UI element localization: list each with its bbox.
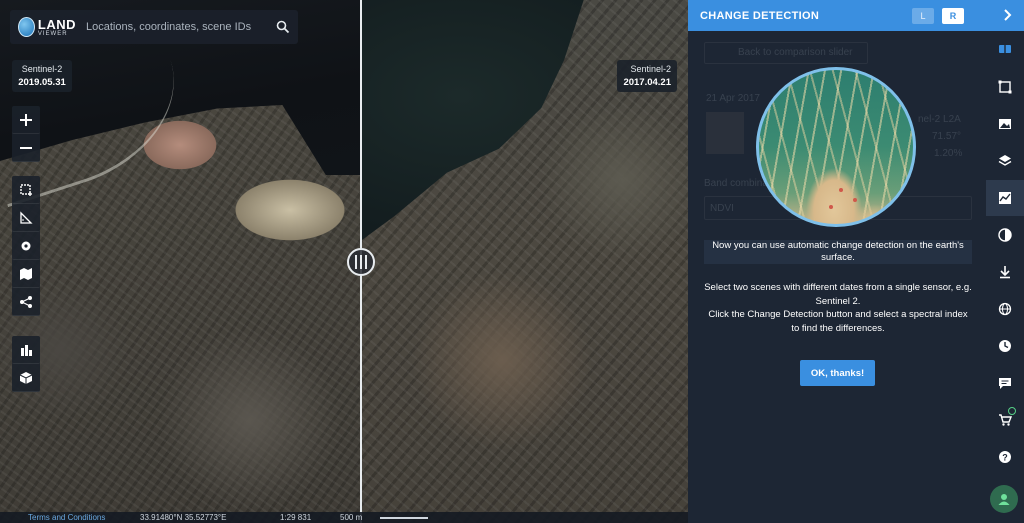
coordinates-readout: 33.91480°N 35.52773°E (140, 513, 227, 522)
logo-subtitle: VIEWER (37, 30, 68, 37)
search-icon[interactable] (268, 20, 298, 34)
scene-label-left: Sentinel-2 2019.05.31 (12, 60, 72, 92)
change-detection-panel: CHANGE DETECTION L R Back to comparison … (688, 0, 1024, 523)
change-detection-preview-image (756, 67, 916, 227)
locate-icon (21, 241, 31, 250)
scene-sun-faint: 71.57° (932, 131, 962, 142)
search-bar: LAND VIEWER (10, 10, 298, 44)
3d-view-button[interactable] (12, 364, 40, 392)
search-input[interactable] (76, 10, 268, 44)
ruler-icon (20, 210, 33, 224)
svg-text:?: ? (1002, 453, 1008, 463)
map-tools (12, 176, 40, 316)
panel-title: CHANGE DETECTION (700, 9, 820, 22)
map-view[interactable]: LAND VIEWER Sentinel-2 2019.05.31 Sentin… (0, 0, 688, 523)
share-button[interactable] (12, 288, 40, 316)
compare-slider-handle[interactable] (347, 248, 375, 276)
user-icon[interactable] (990, 485, 1018, 513)
buildings-button[interactable] (12, 336, 40, 364)
scene-left-date: 2019.05.31 (18, 77, 66, 88)
contrast-icon[interactable] (986, 217, 1024, 253)
logo-title: LAND (37, 16, 76, 32)
map-icon (20, 267, 32, 280)
plus-icon (20, 113, 32, 126)
instructions-line-1: Select two scenes with different dates f… (704, 282, 972, 307)
scale-ratio: 1:29 831 (280, 513, 312, 522)
scale-bar (380, 516, 428, 519)
layers-icon[interactable] (986, 143, 1024, 179)
scene-processing-faint: nel-2 L2A (918, 114, 961, 125)
scene-label-right: Sentinel-2 2017.04.21 (617, 60, 677, 92)
location-button[interactable] (12, 232, 40, 260)
building-icon (21, 344, 32, 356)
back-to-slider-label: Back to comparison slider (738, 47, 853, 58)
help-icon[interactable]: ? (986, 439, 1024, 475)
download-icon[interactable] (986, 254, 1024, 290)
scale-distance: 500 m (340, 513, 363, 522)
notice-banner: Now you can use automatic change detecti… (704, 240, 972, 264)
chat-icon[interactable] (986, 365, 1024, 401)
time-icon[interactable] (986, 328, 1024, 364)
compare-icon[interactable] (986, 31, 1024, 67)
aoi-icon (20, 183, 32, 196)
right-toolbar: ? (986, 31, 1024, 523)
cart-badge (1008, 407, 1016, 415)
cube-icon (19, 371, 33, 384)
ok-thanks-button[interactable]: OK, thanks! (800, 360, 875, 386)
aoi-tool-button[interactable] (12, 176, 40, 204)
zoom-controls (12, 106, 40, 162)
share-icon (20, 295, 32, 308)
landviewer-logo[interactable]: LAND VIEWER (10, 10, 76, 44)
chart-icon[interactable] (986, 180, 1024, 216)
zoom-out-button[interactable] (12, 134, 40, 162)
right-scene-toggle[interactable]: R (942, 7, 964, 24)
crop-icon[interactable] (986, 69, 1024, 105)
image-icon[interactable] (986, 106, 1024, 142)
band-combination-faint: Band combina (704, 178, 768, 189)
scene-date-faint: 21 Apr 2017 (706, 93, 760, 104)
instructions-line-2: Click the Change Detection button and se… (708, 309, 968, 334)
terms-link[interactable]: Terms and Conditions (0, 512, 140, 523)
status-bar: Terms and Conditions 33.91480°N 35.52773… (0, 512, 688, 523)
app: LAND VIEWER Sentinel-2 2019.05.31 Sentin… (0, 0, 1024, 523)
globe-logo-icon (18, 17, 35, 37)
scene-left-sensor: Sentinel-2 (21, 64, 63, 74)
band-select-value: NDVI (710, 203, 734, 214)
map-book-button[interactable] (12, 260, 40, 288)
scene-cloud-faint: 1.20% (934, 148, 963, 159)
left-scene-toggle[interactable]: L (912, 7, 934, 24)
measure-tool-button[interactable] (12, 204, 40, 232)
zoom-in-button[interactable] (12, 106, 40, 134)
instructions-text: Select two scenes with different dates f… (704, 281, 972, 335)
view-tools (12, 336, 40, 392)
chevron-right-icon[interactable] (1000, 8, 1014, 27)
globe-icon[interactable] (986, 291, 1024, 327)
cart-icon[interactable] (986, 402, 1024, 438)
scene-right-sensor: Sentinel-2 (630, 64, 671, 74)
minus-icon (20, 146, 32, 149)
panel-header: CHANGE DETECTION L R (688, 0, 1024, 31)
scene-right-date: 2017.04.21 (623, 77, 671, 88)
scene-thumbnail (706, 112, 744, 154)
